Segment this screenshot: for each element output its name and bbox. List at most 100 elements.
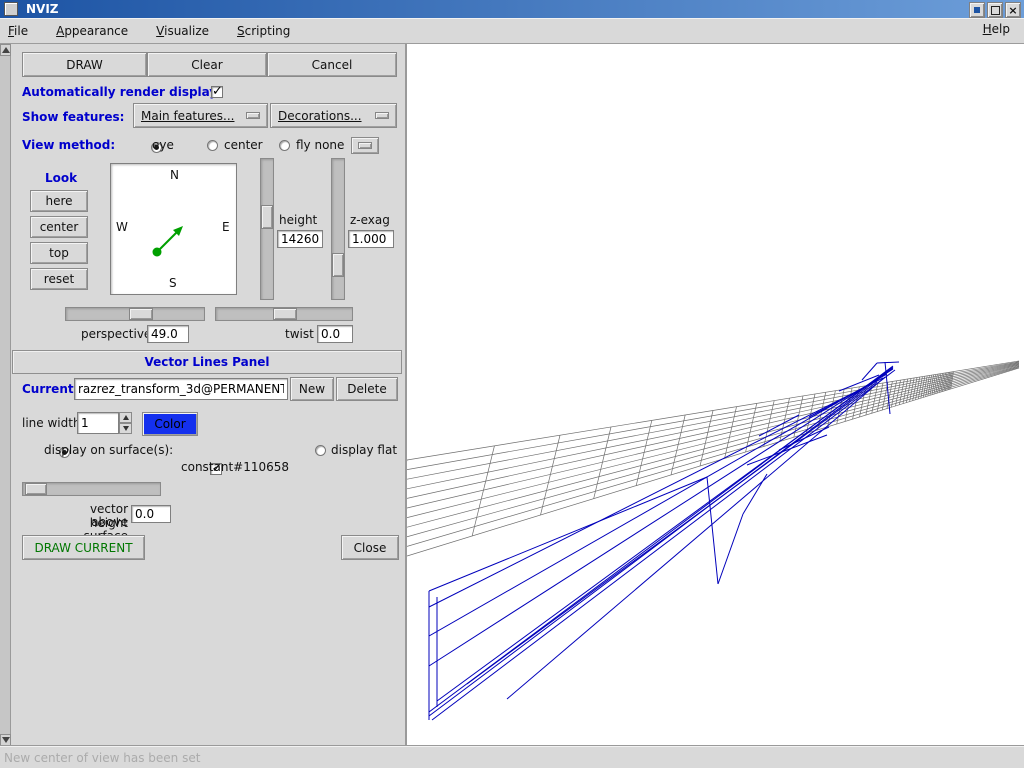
height-input[interactable] xyxy=(277,230,323,248)
perspective-slider[interactable] xyxy=(65,307,205,321)
cancel-button[interactable]: Cancel xyxy=(267,52,397,77)
show-features-label: Show features: xyxy=(22,110,124,124)
cancel-button-label: Cancel xyxy=(312,58,353,72)
perspective-label: perspective xyxy=(81,327,151,341)
panel-scrollbar[interactable] xyxy=(0,44,11,746)
nviz-window: NVIZ File Appearance Visualize Scripting… xyxy=(0,0,1024,768)
status-message: New center of view has been set xyxy=(4,751,200,765)
view-method-fly-radio[interactable] xyxy=(279,140,290,151)
close-icon xyxy=(1008,3,1017,17)
decorations-menubutton[interactable]: Decorations... xyxy=(270,103,397,128)
scroll-down-button[interactable] xyxy=(0,734,11,746)
3d-wireframe xyxy=(407,44,1024,744)
draw-current-label: DRAW CURRENT xyxy=(34,541,132,555)
decorations-label: Decorations... xyxy=(278,109,362,123)
color-button[interactable]: Color xyxy=(142,412,198,436)
compass-north-label: N xyxy=(170,168,179,182)
perspective-input[interactable] xyxy=(147,325,189,343)
twist-slider[interactable] xyxy=(215,307,353,321)
vector-height-input[interactable] xyxy=(131,505,171,523)
delete-button-label: Delete xyxy=(347,382,386,396)
titlebar[interactable]: NVIZ xyxy=(0,0,1024,18)
twist-input[interactable] xyxy=(317,325,353,343)
view-method-fly-label: fly none xyxy=(296,138,344,152)
arrow-down-icon xyxy=(2,737,10,743)
spin-up-button[interactable] xyxy=(119,412,132,423)
zexag-slider-handle[interactable] xyxy=(332,253,344,277)
menu-visualize[interactable]: Visualize xyxy=(156,24,209,38)
spin-down-button[interactable] xyxy=(119,423,132,434)
vector-lines-panel-header: Vector Lines Panel xyxy=(12,350,402,374)
menu-file[interactable]: File xyxy=(8,24,28,38)
line-width-label: line width xyxy=(22,416,81,430)
height-slider-handle[interactable] xyxy=(261,205,273,229)
perspective-slider-handle[interactable] xyxy=(129,308,153,320)
delete-button[interactable]: Delete xyxy=(336,377,398,401)
look-top-button[interactable]: top xyxy=(30,242,88,264)
draw-current-button[interactable]: DRAW CURRENT xyxy=(22,535,145,560)
view-method-center-label: center xyxy=(224,138,263,152)
window-title: NVIZ xyxy=(26,2,59,16)
height-slider[interactable] xyxy=(260,158,274,300)
menu-scripting[interactable]: Scripting xyxy=(237,24,290,38)
look-center-button[interactable]: center xyxy=(30,216,88,238)
maximize-icon xyxy=(991,6,1000,15)
menu-help[interactable]: Help xyxy=(983,22,1010,36)
vector-height-slider[interactable] xyxy=(22,482,161,496)
view-method-eye-label: eye xyxy=(152,138,174,152)
draw-button[interactable]: DRAW xyxy=(22,52,147,77)
look-label: Look xyxy=(45,171,77,185)
view-method-center-radio[interactable] xyxy=(207,140,218,151)
zexag-label: z-exag xyxy=(350,213,390,227)
twist-label: twist xyxy=(285,327,314,341)
menu-appearance[interactable]: Appearance xyxy=(56,24,128,38)
3d-view-canvas[interactable] xyxy=(405,44,1024,746)
scroll-up-button[interactable] xyxy=(0,44,11,56)
display-flat-label: display flat xyxy=(331,443,397,457)
spin-up-icon xyxy=(123,415,129,420)
current-vector-input[interactable] xyxy=(74,378,288,400)
spin-down-icon xyxy=(123,426,129,431)
vector-height-slider-handle[interactable] xyxy=(25,483,47,495)
auto-render-label: Automatically render display: xyxy=(22,85,222,99)
look-here-label: here xyxy=(45,194,72,208)
look-here-button[interactable]: here xyxy=(30,190,88,212)
clear-button[interactable]: Clear xyxy=(147,52,267,77)
main-features-label: Main features... xyxy=(141,109,234,123)
twist-slider-handle[interactable] xyxy=(273,308,297,320)
look-top-label: top xyxy=(49,246,69,260)
close-button[interactable] xyxy=(1005,2,1021,18)
optionmenu-indicator-icon xyxy=(358,142,372,149)
look-reset-button[interactable]: reset xyxy=(30,268,88,290)
fly-options-menubutton[interactable] xyxy=(351,137,379,154)
view-position-widget[interactable]: N S W E xyxy=(110,163,237,295)
look-reset-label: reset xyxy=(44,272,74,286)
minimize-button[interactable] xyxy=(969,2,985,18)
display-on-surfaces-label: display on surface(s): xyxy=(44,443,173,457)
main-features-menubutton[interactable]: Main features... xyxy=(133,103,268,128)
close-panel-button[interactable]: Close xyxy=(341,535,399,560)
line-width-input[interactable] xyxy=(77,412,119,434)
minimize-icon xyxy=(974,7,980,13)
height-label: height xyxy=(279,213,317,227)
eye-direction-arrow-icon xyxy=(111,164,236,294)
auto-render-checkbox[interactable] xyxy=(211,86,223,98)
arrow-up-icon xyxy=(2,47,10,53)
window-icon xyxy=(4,2,18,16)
menubar: File Appearance Visualize Scripting xyxy=(0,18,1024,44)
maximize-button[interactable] xyxy=(987,2,1003,18)
zexag-slider[interactable] xyxy=(331,158,345,300)
optionmenu-indicator-icon xyxy=(246,112,260,119)
optionmenu-indicator-icon xyxy=(375,112,389,119)
new-button[interactable]: New xyxy=(290,377,334,401)
clear-button-label: Clear xyxy=(191,58,222,72)
compass-west-label: W xyxy=(116,220,128,234)
zexag-input[interactable] xyxy=(348,230,394,248)
line-width-spinner[interactable] xyxy=(119,412,132,434)
vector-lines-panel-title: Vector Lines Panel xyxy=(144,355,269,369)
close-panel-label: Close xyxy=(354,541,387,555)
display-flat-radio[interactable] xyxy=(315,445,326,456)
compass-east-label: E xyxy=(222,220,230,234)
draw-button-label: DRAW xyxy=(66,58,103,72)
current-label: Current: xyxy=(22,382,78,396)
